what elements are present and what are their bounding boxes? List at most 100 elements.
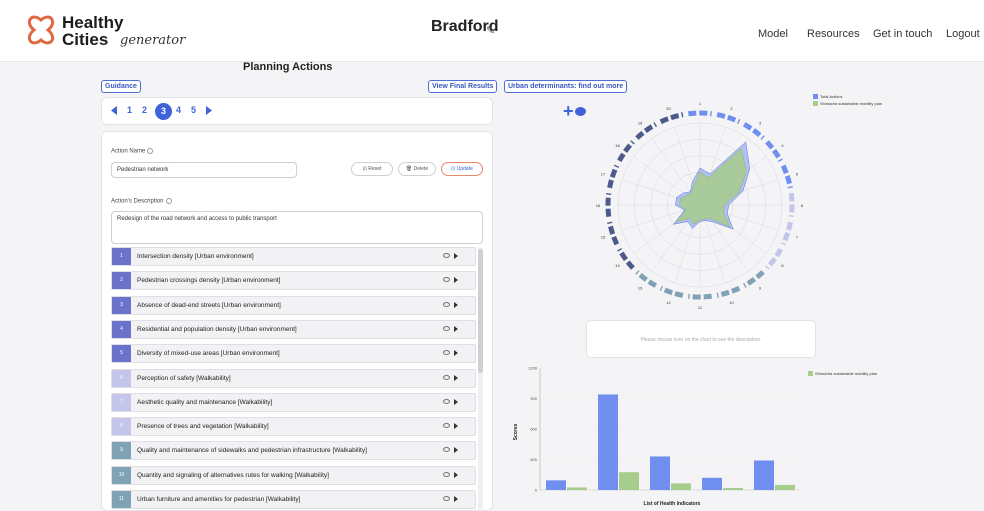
charts-panel: 1234567891011121314151617181920 05006009… xyxy=(513,101,804,508)
indicator-row[interactable]: 2 Pedestrian crossings density [Urban env… xyxy=(111,271,476,291)
radar-axis-label: 2 xyxy=(730,106,733,111)
expand-arrow-icon[interactable] xyxy=(454,471,458,478)
indicator-number: 10 xyxy=(112,466,131,484)
radar-ring-segment xyxy=(688,293,712,300)
radar-ring-segment xyxy=(617,247,635,270)
bar xyxy=(754,460,774,490)
bar-y-tick: 1200 xyxy=(528,366,538,371)
indicator-row[interactable]: 11 Urban furniture and amenities for ped… xyxy=(111,490,476,509)
bar xyxy=(619,472,639,490)
expand-arrow-icon[interactable] xyxy=(454,447,458,454)
action-name-input[interactable]: Pedestrian network xyxy=(111,162,297,178)
radar-ring-segment xyxy=(780,164,793,189)
page-4[interactable]: 4 xyxy=(176,105,181,115)
eye-icon[interactable] xyxy=(443,447,450,453)
bar-y-tick: 600 xyxy=(530,427,537,432)
expand-arrow-icon[interactable] xyxy=(454,253,458,259)
radar-axis-label: 15 xyxy=(601,235,606,240)
nav-logout[interactable]: Logout xyxy=(946,28,980,40)
radar-ring-segment xyxy=(605,193,612,217)
radar-chart[interactable]: 1234567891011121314151617181920 xyxy=(596,101,804,310)
page-1[interactable]: 1 xyxy=(127,105,132,115)
action-name-label: Action Name xyxy=(111,148,154,155)
indicator-number: 2 xyxy=(112,272,131,290)
indicator-number: 9 xyxy=(112,442,131,460)
eye-icon[interactable] xyxy=(443,350,450,356)
bar-legend-label: Shinsicha sustainable mobility plan xyxy=(815,371,878,376)
radar-ring-segment xyxy=(659,285,684,298)
indicator-row[interactable]: 8 Presence of trees and vegetation [Walka… xyxy=(111,417,476,437)
description-textarea[interactable]: Redesign of the road network and access … xyxy=(111,211,483,244)
next-page-icon[interactable] xyxy=(206,106,212,115)
radar-ring-segment xyxy=(788,193,795,217)
bar xyxy=(723,487,743,490)
healthy-cities-logo-icon[interactable] xyxy=(26,14,56,46)
eye-icon[interactable] xyxy=(443,253,450,258)
indicator-label: Quality and maintenance of sidewalks and… xyxy=(137,447,367,455)
eye-icon[interactable] xyxy=(443,277,450,283)
bar-y-tick: 900 xyxy=(530,396,537,401)
help-icon[interactable] xyxy=(165,198,172,204)
bar-y-tick: 500 xyxy=(530,457,537,462)
page-5[interactable]: 5 xyxy=(191,105,196,115)
eye-icon[interactable] xyxy=(443,423,450,429)
radar-axis-label: 19 xyxy=(638,120,643,125)
radar-axis-label: 20 xyxy=(666,106,671,111)
radar-ring-segment xyxy=(635,122,658,140)
indicator-label: Residential and population density [Urba… xyxy=(137,325,297,333)
edit-pencil-icon[interactable]: ✎ xyxy=(486,24,495,37)
expand-arrow-icon[interactable] xyxy=(454,374,458,381)
nav-get-in-touch[interactable]: Get in touch xyxy=(873,28,932,40)
expand-arrow-icon[interactable] xyxy=(454,325,458,332)
indicator-row[interactable]: 9 Quality and maintenance of sidewalks an… xyxy=(111,441,476,461)
expand-arrow-icon[interactable] xyxy=(454,398,458,405)
bar-x-axis-label: List of Health Indicators xyxy=(644,501,701,507)
bar-chart[interactable]: 0 500 600 900 1200 Scores List of Health Indic… xyxy=(513,366,800,508)
eye-icon[interactable] xyxy=(443,374,450,380)
radar-axis-label: 11 xyxy=(698,305,703,310)
page-2[interactable]: 2 xyxy=(142,105,147,115)
indicator-label: Absence of dead-end streets [Urban envir… xyxy=(137,301,281,309)
prev-page-icon[interactable] xyxy=(111,106,117,115)
legend-total-actions: Total Actions xyxy=(820,94,843,99)
nav-model[interactable]: Model xyxy=(758,28,788,40)
radar-axis-label: 4 xyxy=(781,143,784,148)
indicator-row[interactable]: 5 Diversity of mixed-use areas [Urban env… xyxy=(111,344,476,364)
eye-icon[interactable] xyxy=(443,398,450,404)
view-final-results-button[interactable]: View Final Results xyxy=(428,80,498,93)
radar-axis-label: 5 xyxy=(796,171,799,176)
expand-arrow-icon[interactable] xyxy=(454,277,458,284)
delete-button[interactable]: 🗑 Delete xyxy=(398,162,436,176)
help-icon[interactable] xyxy=(147,148,154,154)
scroll-thumb[interactable] xyxy=(478,249,483,373)
indicator-row[interactable]: 10 Quantity and signaling of alternatives… xyxy=(111,465,476,485)
indicator-row[interactable]: 4 Residential and population density [Urb… xyxy=(111,319,476,339)
indicator-row[interactable]: 3 Absence of dead-end streets [Urban envi… xyxy=(111,295,476,315)
expand-arrow-icon[interactable] xyxy=(454,496,458,502)
indicator-label: Presence of trees and vegetation [Walkab… xyxy=(137,423,269,431)
nav-resources[interactable]: Resources xyxy=(807,28,860,40)
indicator-label: Urban furniture and amenities for pedest… xyxy=(137,496,301,503)
indicator-row[interactable]: 7 Aesthetic quality and maintenance [Walk… xyxy=(111,392,476,412)
reset-button[interactable]: ⊡ Reset xyxy=(351,162,393,176)
indicator-row[interactable]: 1 Intersection density [Urban environment… xyxy=(111,247,476,266)
bar-legend-swatch xyxy=(808,371,813,376)
eye-icon[interactable] xyxy=(443,301,450,307)
radar-axis-label: 13 xyxy=(638,286,643,291)
top-header: Healthy Cities generator Bradford ✎ Mode… xyxy=(0,0,984,62)
eye-icon[interactable] xyxy=(443,325,450,331)
logo-text-generator: generator xyxy=(120,33,186,48)
update-button[interactable]: ⊡ Update xyxy=(441,162,483,176)
eye-icon[interactable] xyxy=(443,471,450,477)
indicator-number: 11 xyxy=(112,491,131,508)
indicator-scrollbar[interactable] xyxy=(478,247,483,511)
guidance-button[interactable]: Guidance xyxy=(101,80,141,93)
eye-icon[interactable] xyxy=(443,496,450,501)
expand-arrow-icon[interactable] xyxy=(454,301,458,308)
expand-arrow-icon[interactable] xyxy=(454,423,458,430)
expand-arrow-icon[interactable] xyxy=(454,350,458,357)
indicator-row[interactable]: 6 Perception of safety [Walkability] xyxy=(111,368,476,388)
page-3-active[interactable]: 3 xyxy=(155,103,172,120)
indicator-number: 1 xyxy=(112,248,131,265)
bar xyxy=(598,394,618,490)
